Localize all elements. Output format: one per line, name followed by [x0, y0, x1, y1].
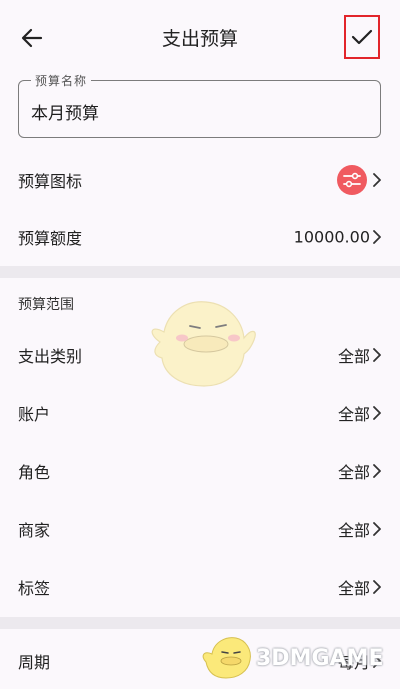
scope-row-value: 全部 [337, 405, 370, 424]
watermark-text: 3DMGAME [256, 646, 384, 671]
check-icon [351, 29, 373, 45]
budget-amount-row[interactable]: 预算额度 10000.00 [0, 209, 400, 265]
budget-amount-value: 10000.00 [293, 227, 370, 247]
scope-row-label: 角色 [18, 463, 51, 482]
budget-name-label: 预算名称 [31, 72, 92, 89]
chevron-right-icon [373, 173, 381, 187]
sliders-icon [343, 172, 361, 188]
section-divider [0, 617, 400, 629]
chevron-right-icon [373, 230, 381, 244]
section-divider [0, 266, 400, 278]
chevron-right-icon [373, 348, 381, 362]
budget-name-field[interactable]: 预算名称 本月预算 [18, 72, 381, 138]
budget-scope-title: 预算范围 [18, 297, 74, 313]
budget-icon-preview[interactable] [337, 165, 367, 195]
chevron-right-icon [373, 522, 381, 536]
scope-row-tag[interactable]: 标签 全部 [0, 559, 400, 615]
site-watermark: 3DMGAME [200, 632, 395, 684]
chevron-right-icon [373, 464, 381, 478]
scope-row-label: 支出类别 [18, 347, 83, 366]
mascot-watermark-icon [151, 301, 256, 387]
budget-name-value[interactable]: 本月预算 [31, 99, 99, 124]
scope-row-role[interactable]: 角色 全部 [0, 443, 400, 499]
scope-row-label: 标签 [18, 579, 51, 598]
mascot-logo-icon [202, 637, 251, 679]
top-app-bar: 支出预算 [0, 0, 400, 78]
scope-row-value: 全部 [337, 347, 370, 366]
scope-row-merchant[interactable]: 商家 全部 [0, 501, 400, 557]
scope-row-account[interactable]: 账户 全部 [0, 385, 400, 441]
scope-row-label: 商家 [18, 521, 51, 540]
page-title: 支出预算 [161, 28, 238, 50]
period-label: 周期 [18, 653, 51, 672]
budget-icon-label: 预算图标 [18, 172, 83, 191]
scope-row-label: 账户 [18, 405, 51, 424]
budget-icon-row[interactable]: 预算图标 [0, 152, 400, 208]
chevron-right-icon [373, 406, 381, 420]
scope-row-value: 全部 [337, 521, 370, 540]
confirm-button[interactable] [344, 15, 380, 59]
scope-row-value: 全部 [337, 579, 370, 598]
chevron-right-icon [373, 580, 381, 594]
scope-row-value: 全部 [337, 463, 370, 482]
budget-amount-label: 预算额度 [18, 229, 83, 248]
